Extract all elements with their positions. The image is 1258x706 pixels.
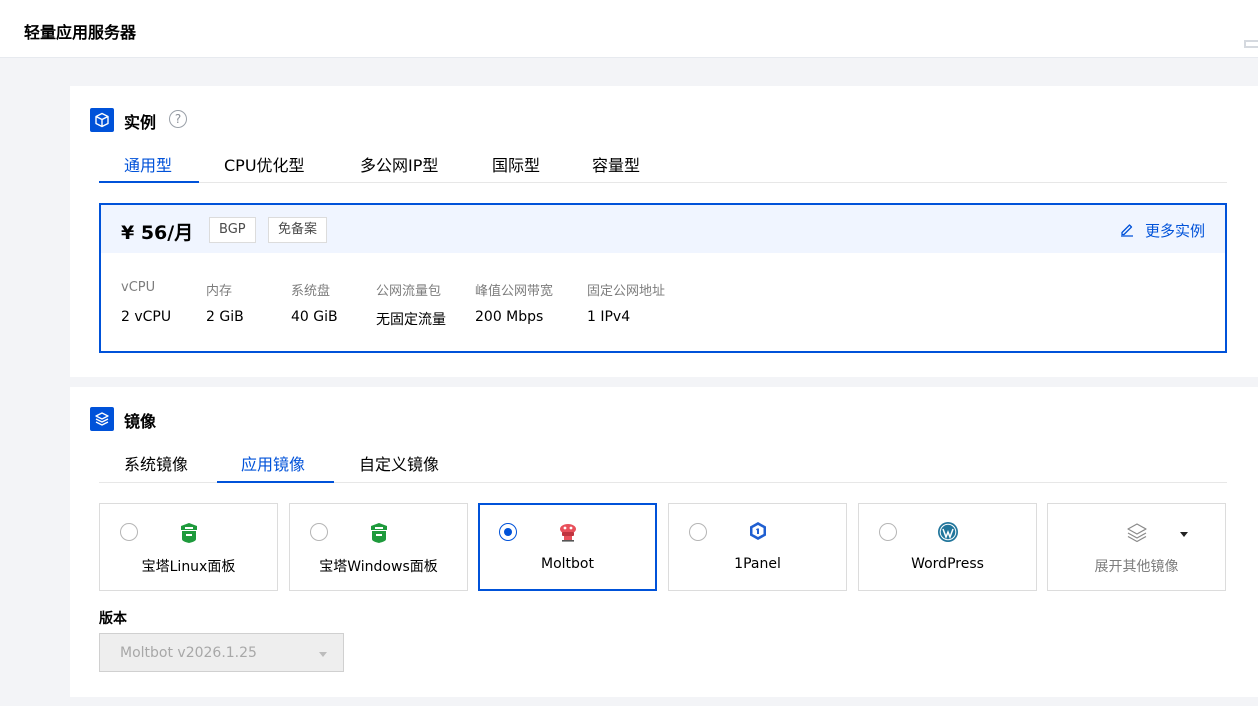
page-title: 轻量应用服务器 (24, 19, 136, 43)
tab-custom-image[interactable]: 自定义镜像 (359, 451, 439, 475)
instance-icon (90, 108, 114, 132)
spec-label-bandwidth: 峰值公网带宽 (475, 280, 553, 299)
top-bar: 轻量应用服务器 (0, 0, 1258, 58)
instance-title: 实例 (124, 109, 156, 133)
active-tab-indicator (217, 481, 334, 483)
image-card-1panel[interactable]: 1Panel (668, 503, 847, 591)
layers-icon (1126, 520, 1148, 544)
version-value: Moltbot v2026.1.25 (120, 645, 257, 661)
active-tab-indicator (99, 181, 199, 183)
radio[interactable] (310, 523, 328, 541)
version-label: 版本 (99, 608, 127, 628)
spec-value-disk: 40 GiB (291, 309, 338, 325)
corner-handle (1244, 40, 1258, 48)
spec-value-bandwidth: 200 Mbps (475, 309, 543, 325)
spec-label-disk: 系统盘 (291, 280, 330, 299)
baota-icon (368, 520, 390, 544)
spec-value-traffic: 无固定流量 (376, 309, 446, 329)
expand-more-images[interactable]: 展开其他镜像 (1047, 503, 1226, 591)
spec-value-ip: 1 IPv4 (587, 309, 630, 325)
spec-value-memory: 2 GiB (206, 309, 244, 325)
more-instances-label: 更多实例 (1145, 222, 1205, 240)
chevron-down-icon (1180, 532, 1188, 537)
wordpress-icon (937, 520, 959, 544)
tab-system-image[interactable]: 系统镜像 (124, 451, 188, 475)
image-title: 镜像 (124, 408, 156, 432)
instance-card[interactable]: ¥ 56/月 BGP 免备案 更多实例 vCPU 2 vCPU 内存 2 GiB… (99, 203, 1227, 353)
image-tabs: 系统镜像 应用镜像 自定义镜像 (99, 451, 1227, 483)
image-card-moltbot[interactable]: Moltbot (478, 503, 657, 591)
radio[interactable] (689, 523, 707, 541)
expand-more-label: 展开其他镜像 (1048, 556, 1225, 576)
tab-capacity[interactable]: 容量型 (592, 152, 640, 176)
price: ¥ 56/月 (121, 218, 193, 245)
instance-tabs: 通用型 CPU优化型 多公网IP型 国际型 容量型 (99, 152, 1227, 183)
instance-section: 实例 ? 通用型 CPU优化型 多公网IP型 国际型 容量型 ¥ 56/月 BG… (70, 86, 1258, 377)
tab-general[interactable]: 通用型 (124, 152, 172, 176)
image-name: Moltbot (480, 556, 655, 572)
image-card-baota-windows[interactable]: 宝塔Windows面板 (289, 503, 468, 591)
moltbot-icon (557, 520, 579, 544)
chevron-down-icon (319, 652, 327, 657)
1panel-icon (747, 520, 769, 544)
more-instances-link[interactable]: 更多实例 (1145, 220, 1205, 241)
image-card-baota-linux[interactable]: 宝塔Linux面板 (99, 503, 278, 591)
image-name: 宝塔Linux面板 (100, 556, 277, 576)
spec-label-ip: 固定公网地址 (587, 280, 665, 299)
edit-icon (1119, 221, 1135, 237)
tab-cpu-optimized[interactable]: CPU优化型 (224, 152, 305, 176)
tag-bgp: BGP (209, 217, 256, 243)
image-name: 宝塔Windows面板 (290, 556, 467, 576)
tab-multi-ip[interactable]: 多公网IP型 (360, 152, 438, 176)
tag-no-filing: 免备案 (268, 217, 327, 243)
radio-selected[interactable] (499, 523, 517, 541)
help-icon[interactable]: ? (169, 110, 187, 128)
spec-label-vcpu: vCPU (121, 280, 155, 295)
image-card-wordpress[interactable]: WordPress (858, 503, 1037, 591)
baota-icon (178, 520, 200, 544)
version-select[interactable]: Moltbot v2026.1.25 (99, 633, 344, 672)
tab-international[interactable]: 国际型 (492, 152, 540, 176)
image-section: 镜像 系统镜像 应用镜像 自定义镜像 宝塔Linux面板 宝塔Windows面板… (70, 387, 1258, 697)
radio[interactable] (879, 523, 897, 541)
spec-label-traffic: 公网流量包 (376, 280, 441, 299)
image-name: WordPress (859, 556, 1036, 572)
spec-value-vcpu: 2 vCPU (121, 309, 171, 325)
image-icon (90, 407, 114, 431)
spec-label-memory: 内存 (206, 280, 232, 299)
image-name: 1Panel (669, 556, 846, 572)
instance-card-header: ¥ 56/月 BGP 免备案 更多实例 (101, 205, 1225, 253)
radio[interactable] (120, 523, 138, 541)
tab-app-image[interactable]: 应用镜像 (241, 451, 305, 475)
